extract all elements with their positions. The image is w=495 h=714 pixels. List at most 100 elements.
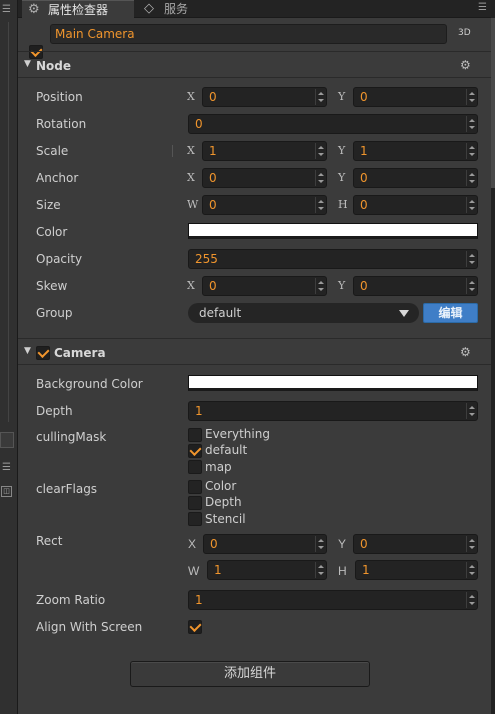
clear-stencil-checkbox[interactable] <box>188 512 202 526</box>
clear-color-checkbox[interactable] <box>188 480 202 494</box>
background-color-picker[interactable] <box>188 375 478 391</box>
depth-input[interactable]: 1 <box>188 401 478 421</box>
axis-x-label: X <box>187 90 195 103</box>
rect-w-input[interactable]: 1 <box>207 560 327 580</box>
stepper-icon[interactable] <box>466 592 476 608</box>
stepper-icon[interactable] <box>466 143 476 159</box>
size-w-input[interactable]: 0 <box>202 195 327 215</box>
edit-group-button[interactable]: 编辑 <box>423 303 478 323</box>
service-icon: ◇ <box>144 1 154 16</box>
stepper-icon[interactable] <box>466 116 476 132</box>
collapse-arrow-icon[interactable]: ▼ <box>24 59 31 69</box>
stepper-icon[interactable] <box>315 536 325 552</box>
stepper-icon[interactable] <box>466 89 476 105</box>
node-name-input[interactable]: Main Camera <box>50 24 447 44</box>
divider <box>18 338 491 339</box>
size-h-input[interactable]: 0 <box>353 195 478 215</box>
axis-y-label: Y <box>338 144 346 157</box>
size-label: Size <box>36 198 61 212</box>
culling-everything-checkbox[interactable] <box>188 428 202 442</box>
divider <box>18 51 491 52</box>
collapse-arrow-icon[interactable]: ▼ <box>24 346 31 356</box>
rotation-label: Rotation <box>36 117 87 131</box>
axis-x-label: X <box>187 171 195 184</box>
rect-y-input[interactable]: 0 <box>353 534 478 554</box>
stepper-icon[interactable] <box>315 170 325 186</box>
scrollbar-thumb[interactable] <box>491 18 495 188</box>
tab-services-label: 服务 <box>164 2 189 16</box>
gear-icon[interactable]: ⚙ <box>460 58 471 72</box>
axis-y-label: Y <box>338 90 346 103</box>
culling-mask-label: cullingMask <box>36 430 107 444</box>
stepper-icon[interactable] <box>466 278 476 294</box>
clear-flags-label: clearFlags <box>36 482 98 496</box>
tab-services[interactable]: ◇ 服务 <box>138 0 208 18</box>
divider <box>172 145 173 157</box>
panel-menu-icon[interactable]: ☰ <box>2 462 11 473</box>
axis-y-label: Y <box>338 537 347 551</box>
culling-map-label: map <box>205 460 232 474</box>
stepper-icon[interactable] <box>466 170 476 186</box>
left-panel-edge: ☰ ☰ ◫ <box>0 0 18 714</box>
node-section-header[interactable]: ▼ Node ⚙ <box>18 55 491 77</box>
anchor-y-input[interactable]: 0 <box>353 168 478 188</box>
position-x-input[interactable]: 0 <box>202 87 327 107</box>
stepper-icon[interactable] <box>466 251 476 267</box>
stepper-icon[interactable] <box>315 562 325 578</box>
section-title: Camera <box>54 346 106 360</box>
dock-icon[interactable]: ◫ <box>1 486 12 497</box>
rect-label: Rect <box>36 534 63 548</box>
stepper-icon[interactable] <box>315 197 325 213</box>
zoom-ratio-label: Zoom Ratio <box>36 593 106 607</box>
scale-y-input[interactable]: 1 <box>353 141 478 161</box>
rect-x-input[interactable]: 0 <box>203 534 327 554</box>
inspector-panel: Main Camera 3D ▼ Node ⚙ Position X 0 Y 0… <box>18 18 491 714</box>
position-y-input[interactable]: 0 <box>353 87 478 107</box>
stepper-icon[interactable] <box>466 403 476 419</box>
axis-x-label: X <box>187 279 195 292</box>
axis-w-label: W <box>187 198 199 211</box>
axis-w-label: W <box>188 564 200 578</box>
scale-label: Scale <box>36 144 69 158</box>
scrollbar[interactable] <box>491 0 495 714</box>
clear-depth-checkbox[interactable] <box>188 496 202 510</box>
position-label: Position <box>36 90 83 104</box>
gear-icon: ⚙ <box>28 2 40 17</box>
opacity-input[interactable]: 255 <box>188 249 478 269</box>
skew-x-input[interactable]: 0 <box>202 276 327 296</box>
rect-h-input[interactable]: 1 <box>355 560 478 580</box>
stepper-icon[interactable] <box>315 278 325 294</box>
axis-y-label: Y <box>338 279 346 292</box>
zoom-ratio-input[interactable]: 1 <box>188 590 478 610</box>
divider <box>18 77 491 78</box>
divider <box>18 364 491 365</box>
stepper-icon[interactable] <box>315 143 325 159</box>
skew-y-input[interactable]: 0 <box>353 276 478 296</box>
stepper-icon[interactable] <box>315 89 325 105</box>
align-with-screen-checkbox[interactable] <box>188 620 202 634</box>
tab-inspector-label: 属性检查器 <box>48 3 109 17</box>
group-select[interactable]: default <box>188 303 419 323</box>
rotation-input[interactable]: 0 <box>188 114 478 134</box>
tab-inspector[interactable]: ⚙ 属性检查器 <box>22 0 134 18</box>
panel-menu-icon[interactable]: ☰ <box>478 2 487 13</box>
add-component-button[interactable]: 添加组件 <box>130 661 370 687</box>
anchor-x-input[interactable]: 0 <box>202 168 327 188</box>
collapsed-item[interactable] <box>0 432 14 448</box>
anchor-label: Anchor <box>36 171 79 185</box>
3d-badge: 3D <box>458 28 471 38</box>
clear-stencil-label: Stencil <box>205 512 246 526</box>
gear-icon[interactable]: ⚙ <box>460 345 471 359</box>
scale-x-input[interactable]: 1 <box>202 141 327 161</box>
clear-depth-label: Depth <box>205 495 242 509</box>
culling-map-checkbox[interactable] <box>188 460 202 474</box>
skew-label: Skew <box>36 279 68 293</box>
culling-default-checkbox[interactable] <box>188 444 202 458</box>
panel-menu-icon[interactable]: ☰ <box>2 4 11 15</box>
camera-enabled-checkbox[interactable] <box>36 346 50 360</box>
align-with-screen-label: Align With Screen <box>36 620 143 634</box>
stepper-icon[interactable] <box>466 562 476 578</box>
color-picker[interactable] <box>188 223 478 239</box>
stepper-icon[interactable] <box>466 197 476 213</box>
stepper-icon[interactable] <box>466 536 476 552</box>
